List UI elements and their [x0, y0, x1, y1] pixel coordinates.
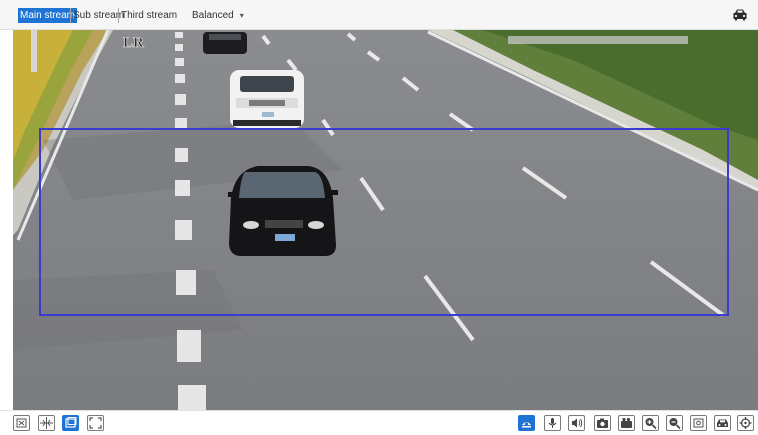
digital-zoom-icon[interactable] — [690, 415, 707, 431]
microphone-icon[interactable] — [544, 415, 561, 431]
vehicle-white-suv — [230, 70, 304, 128]
zoom-out-icon[interactable] — [666, 415, 683, 431]
zoom-in-icon[interactable] — [642, 415, 659, 431]
quality-label: Balanced — [192, 10, 234, 21]
stream-toolbar: Main stream Sub stream Third stream Bala… — [0, 0, 758, 30]
fit-window-icon[interactable] — [38, 415, 55, 431]
car-icon[interactable] — [732, 8, 748, 22]
ptz-icon[interactable] — [737, 415, 754, 431]
control-toolbar — [0, 410, 758, 435]
osd-text: LR — [123, 35, 144, 51]
vehicle-far — [203, 32, 247, 54]
tab-third-stream[interactable]: Third stream — [119, 8, 179, 23]
speaker-icon[interactable] — [568, 415, 585, 431]
detection-region[interactable] — [39, 128, 729, 316]
record-icon[interactable] — [618, 415, 635, 431]
actual-size-icon[interactable] — [13, 415, 30, 431]
chevron-down-icon: ▾ — [239, 11, 244, 20]
fullscreen-icon[interactable] — [87, 415, 104, 431]
tab-main-stream[interactable]: Main stream — [18, 8, 78, 23]
quality-select[interactable]: Balanced ▾ — [192, 8, 244, 23]
car-capture-icon[interactable] — [714, 415, 731, 431]
vehicle-detect-icon[interactable] — [518, 415, 535, 431]
snapshot-icon[interactable] — [594, 415, 611, 431]
window-mode-icon[interactable] — [62, 415, 79, 431]
live-view-window: Main stream Sub stream Third stream Bala… — [0, 0, 758, 435]
